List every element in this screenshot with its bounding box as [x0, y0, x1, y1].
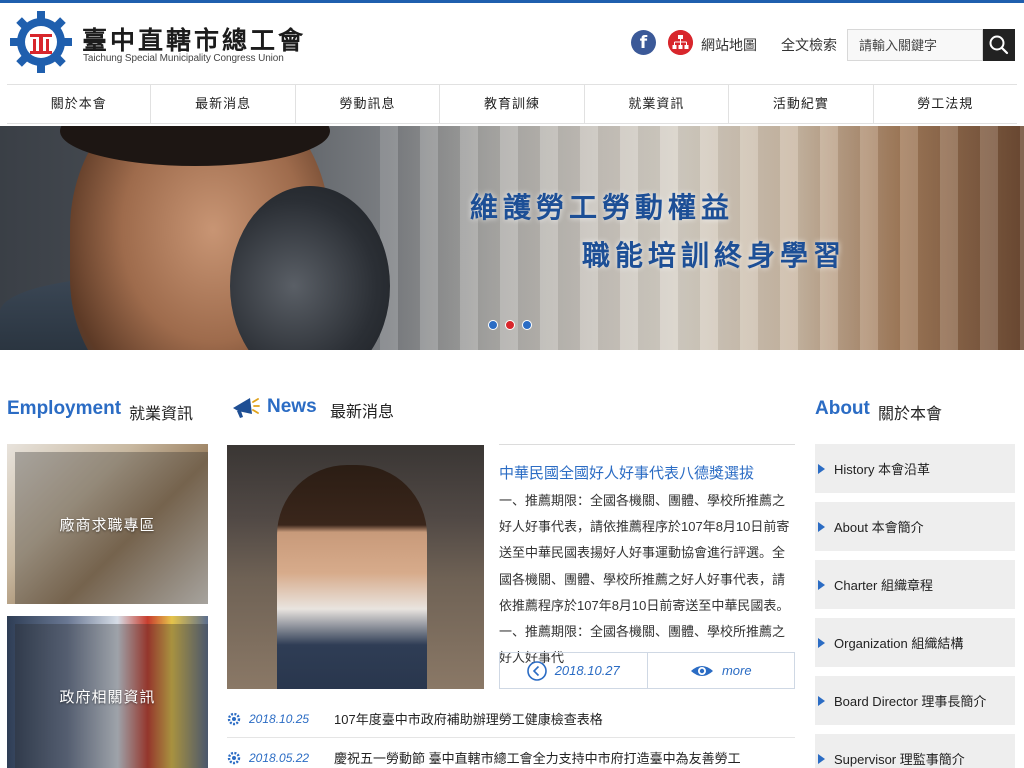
arrow-right-icon	[818, 521, 825, 532]
featured-news-date-box: 2018.10.27	[500, 653, 648, 688]
main-nav: 關於本會 最新消息 勞動訊息 教育訓練 就業資訊 活動紀實 勞工法規	[7, 84, 1017, 124]
arrow-right-icon	[818, 637, 825, 648]
employment-heading-zh: 就業資訊	[129, 406, 194, 423]
featured-news-person	[277, 465, 427, 689]
employment-card-employer[interactable]: 廠商求職專區	[7, 444, 208, 604]
arrow-right-icon	[818, 753, 825, 764]
divider	[499, 444, 795, 445]
site-title[interactable]: 臺中直轄市總工會	[82, 21, 306, 57]
news-heading-zh: 最新消息	[330, 404, 395, 421]
full-text-search-label: 全文檢索	[781, 37, 837, 53]
search-input[interactable]	[847, 29, 983, 61]
about-heading-en: About	[815, 398, 870, 419]
header: 臺中直轄市總工會 Taichung Special Municipality C…	[0, 3, 1024, 83]
news-title[interactable]: 107年度臺中市政府補助辦理勞工健康檢查表格	[334, 709, 603, 728]
sitemap-link[interactable]: 網站地圖	[701, 35, 757, 55]
site-subtitle: Taichung Special Municipality Congress U…	[83, 53, 284, 64]
hero-banner[interactable]	[0, 126, 1024, 350]
more-label: more	[721, 663, 752, 678]
sitemap-icon[interactable]	[668, 30, 693, 55]
news-title[interactable]: 慶祝五一勞動節 臺中直轄市總工會全力支持中市府打造臺中為友善勞工	[334, 748, 741, 767]
about-item-charter[interactable]: Charter 組織章程	[815, 560, 1015, 609]
about-item-label: Supervisor 理監事簡介	[834, 752, 965, 767]
nav-item-labor-law[interactable]: 勞工法規	[872, 85, 1017, 123]
featured-news-title[interactable]: 中華民國全國好人好事代表八德獎選拔	[499, 462, 754, 483]
featured-news-meta: 2018.10.27 more	[499, 652, 795, 689]
arrow-right-icon	[818, 695, 825, 706]
nav-item-about[interactable]: 關於本會	[7, 85, 150, 123]
featured-news-date: 2018.10.27	[554, 663, 620, 678]
about-item-label: Charter 組織章程	[834, 578, 933, 593]
about-item-organization[interactable]: Organization 組織結構	[815, 618, 1015, 667]
facebook-icon[interactable]: f	[631, 30, 656, 55]
nav-item-activities[interactable]: 活動紀實	[728, 85, 872, 123]
nav-item-news[interactable]: 最新消息	[150, 85, 294, 123]
about-heading-zh: 關於本會	[878, 406, 943, 423]
about-item-label: Organization 組織結構	[834, 636, 964, 651]
featured-news-photo[interactable]	[227, 445, 484, 689]
banner-slogan-2: 職能培訓終身學習	[582, 239, 847, 272]
about-item-label: Board Director 理事長簡介	[834, 694, 987, 709]
featured-news-body: 一、推薦期限：全國各機關、團體、學校所推薦之好人好事代表，請依推薦程序於107年…	[499, 493, 790, 666]
featured-news-more-button[interactable]: more	[648, 653, 795, 688]
employment-card-label: 廠商求職專區	[59, 517, 156, 534]
about-item-label: About 本會簡介	[834, 520, 924, 535]
about-item-history[interactable]: History 本會沿革	[815, 444, 1015, 493]
nav-item-labor-info[interactable]: 勞動訊息	[294, 85, 439, 123]
news-date: 2018.05.22	[249, 750, 310, 765]
about-item-board-director[interactable]: Board Director 理事長簡介	[815, 676, 1015, 725]
news-list-item[interactable]: 2018.05.22 慶祝五一勞動節 臺中直轄市總工會全力支持中市府打造臺中為友…	[227, 739, 795, 768]
search-button[interactable]	[983, 29, 1015, 61]
carousel-dots	[488, 320, 532, 330]
calendar-circle-icon	[526, 660, 547, 681]
about-item-label: History 本會沿革	[834, 462, 931, 477]
gear-icon	[227, 712, 241, 725]
nav-item-training[interactable]: 教育訓練	[439, 85, 583, 123]
carousel-dot-2[interactable]	[505, 320, 515, 330]
news-date: 2018.10.25	[249, 711, 310, 726]
megaphone-icon	[233, 398, 260, 418]
union-logo-icon[interactable]	[8, 9, 74, 75]
gear-icon	[227, 751, 241, 764]
search-icon	[989, 35, 1009, 55]
employment-card-label: 政府相關資訊	[59, 689, 156, 706]
arrow-right-icon	[818, 463, 825, 474]
employment-heading-en: Employment	[7, 398, 122, 419]
carousel-dot-1[interactable]	[488, 320, 498, 330]
about-item-intro[interactable]: About 本會簡介	[815, 502, 1015, 551]
about-item-supervisor[interactable]: Supervisor 理監事簡介	[815, 734, 1015, 768]
banner-slogan-1: 維護勞工勞動權益	[470, 191, 735, 224]
employment-card-government[interactable]: 政府相關資訊	[7, 616, 208, 768]
carousel-dot-3[interactable]	[522, 320, 532, 330]
eye-icon	[690, 665, 713, 676]
arrow-right-icon	[818, 579, 825, 590]
news-heading-en: News	[267, 396, 317, 417]
nav-item-employment[interactable]: 就業資訊	[583, 85, 728, 123]
news-list-item[interactable]: 2018.10.25 107年度臺中市政府補助辦理勞工健康檢查表格	[227, 700, 795, 738]
